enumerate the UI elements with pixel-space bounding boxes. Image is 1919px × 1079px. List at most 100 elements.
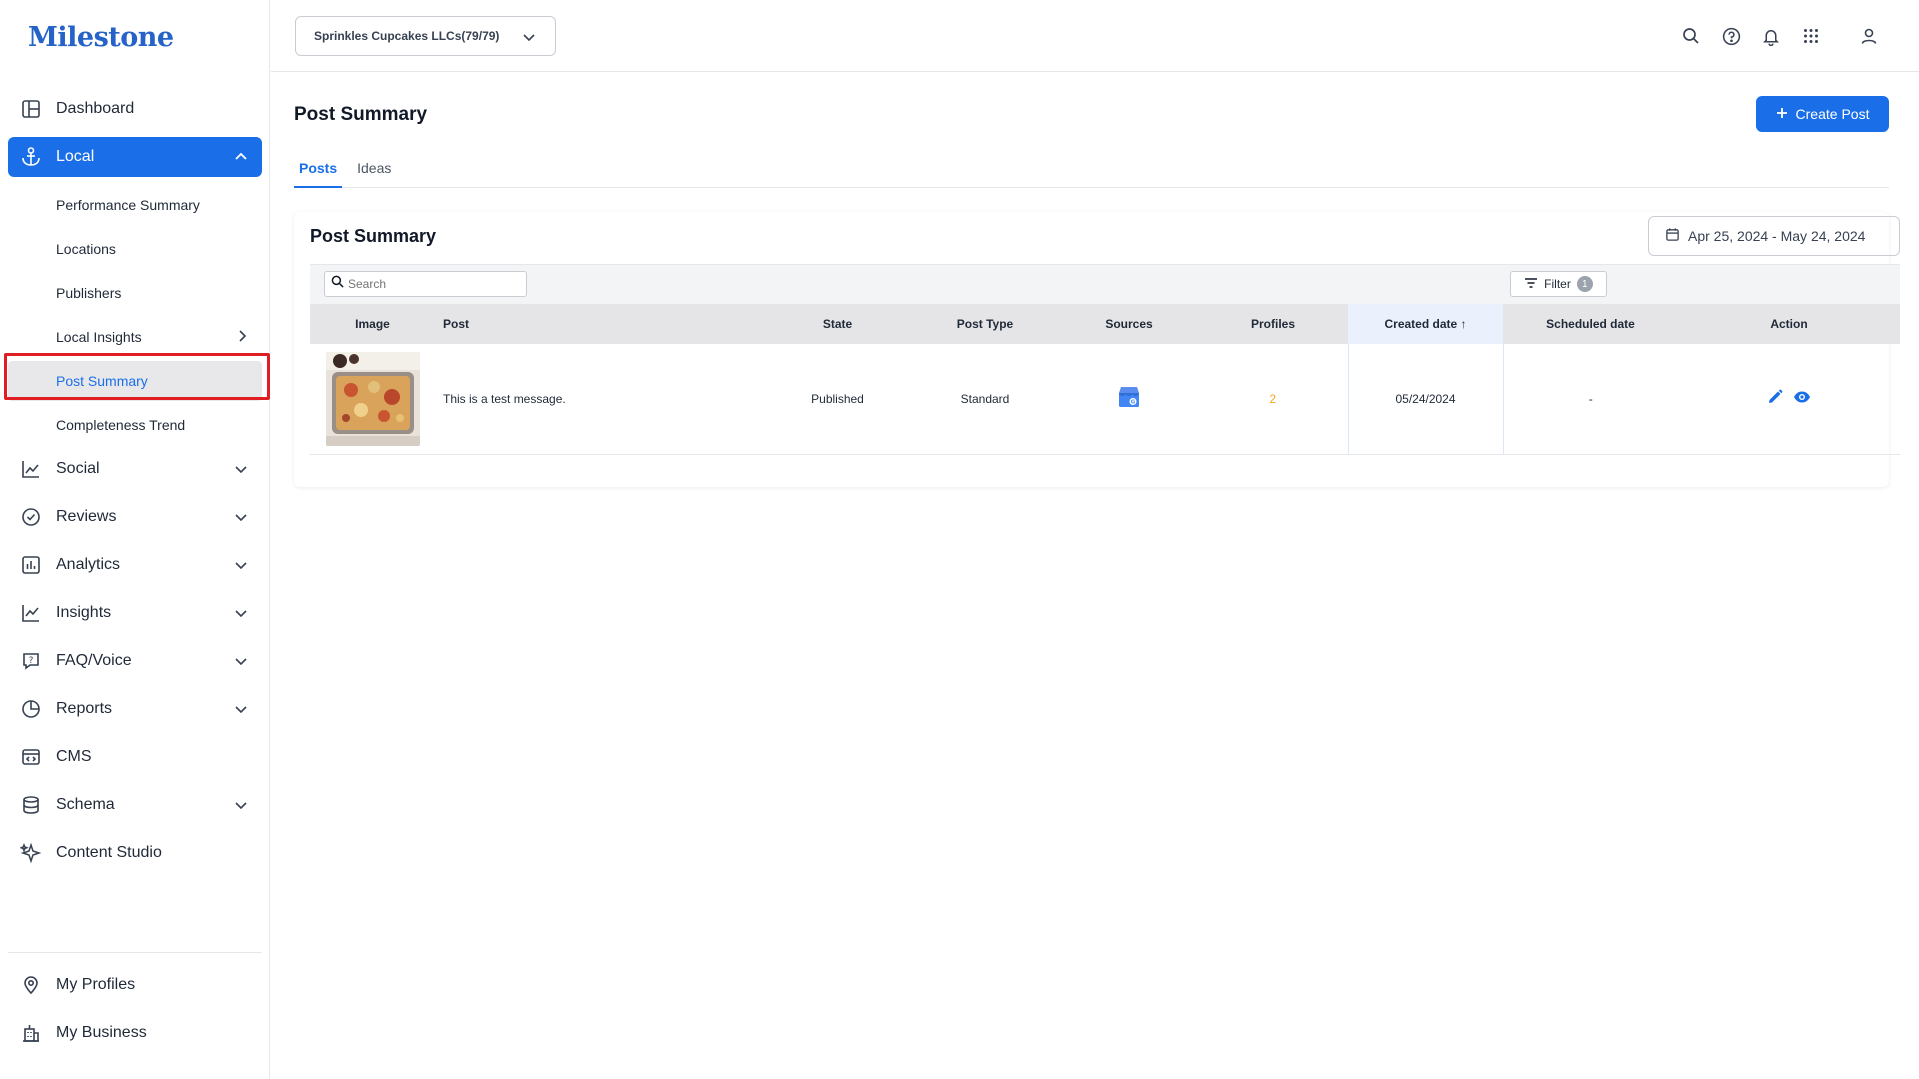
sidebar-item-label: Analytics bbox=[56, 556, 121, 573]
sidebar-subitem-locations[interactable]: Locations bbox=[8, 229, 262, 269]
chevron-down-icon bbox=[235, 466, 247, 474]
filter-button[interactable]: Filter 1 bbox=[1510, 271, 1607, 297]
edit-icon[interactable] bbox=[1767, 389, 1783, 408]
cell-state: Published bbox=[765, 344, 910, 455]
sidebar-subitem-local-insights[interactable]: Local Insights bbox=[8, 317, 262, 357]
table-row[interactable]: This is a test message. Published Standa… bbox=[310, 344, 1900, 455]
chevron-right-icon bbox=[239, 330, 247, 342]
sidebar-item-content-studio[interactable]: Content Studio bbox=[8, 833, 262, 873]
cell-post-type: Standard bbox=[910, 344, 1060, 455]
pie-chart-icon bbox=[20, 698, 42, 720]
sidebar-item-label: Reports bbox=[56, 700, 113, 717]
filter-label: Filter bbox=[1544, 277, 1571, 291]
filter-icon bbox=[1524, 277, 1538, 292]
cell-profiles[interactable]: 2 bbox=[1198, 344, 1348, 455]
top-actions bbox=[1681, 24, 1879, 48]
sidebar-item-dashboard[interactable]: Dashboard bbox=[8, 89, 262, 129]
search-icon[interactable] bbox=[1681, 24, 1701, 48]
chevron-down-icon bbox=[235, 562, 247, 570]
post-thumbnail-image[interactable] bbox=[325, 351, 420, 446]
faq-icon: ? bbox=[20, 650, 42, 672]
sidebar-item-label: Insights bbox=[56, 604, 112, 621]
page-title: Post Summary bbox=[294, 104, 428, 125]
sidebar-item-analytics[interactable]: Analytics bbox=[8, 545, 262, 585]
apps-grid-icon[interactable] bbox=[1801, 24, 1821, 48]
sidebar-item-insights[interactable]: Insights bbox=[8, 593, 262, 633]
sidebar-item-cms[interactable]: CMS bbox=[8, 737, 262, 777]
cell-scheduled-date: - bbox=[1503, 344, 1678, 455]
sidebar: Milestone Dashboard Local Performance Su… bbox=[0, 0, 270, 1079]
sidebar-item-label: Content Studio bbox=[56, 844, 162, 861]
col-image[interactable]: Image bbox=[310, 304, 435, 344]
sidebar-item-label: My Business bbox=[56, 1024, 147, 1041]
sidebar-subitem-post-summary[interactable]: Post Summary bbox=[8, 361, 262, 401]
cell-created-date: 05/24/2024 bbox=[1347, 344, 1504, 455]
view-eye-icon[interactable] bbox=[1793, 389, 1811, 408]
help-icon[interactable] bbox=[1721, 24, 1741, 48]
bell-icon[interactable] bbox=[1761, 24, 1781, 48]
sidebar-item-label: Schema bbox=[56, 796, 115, 813]
col-profiles[interactable]: Profiles bbox=[1198, 304, 1348, 344]
milestone-logo[interactable]: Milestone bbox=[28, 22, 174, 53]
sidebar-item-local[interactable]: Local bbox=[8, 137, 262, 177]
sidebar-item-label: Dashboard bbox=[56, 100, 135, 117]
sidebar-item-reports[interactable]: Reports bbox=[8, 689, 262, 729]
col-post-type[interactable]: Post Type bbox=[910, 304, 1060, 344]
building-icon bbox=[20, 1022, 42, 1044]
sidebar-item-reviews[interactable]: Reviews bbox=[8, 497, 262, 537]
sidebar-subitem-performance-summary[interactable]: Performance Summary bbox=[8, 185, 262, 225]
search-input[interactable] bbox=[348, 277, 518, 291]
posts-table: Image Post State Post Type Sources Profi… bbox=[310, 304, 1900, 455]
sidebar-bottom: My Profiles My Business bbox=[8, 952, 262, 1061]
create-post-button[interactable]: Create Post bbox=[1756, 96, 1889, 132]
line-chart-icon bbox=[20, 602, 42, 624]
col-state[interactable]: State bbox=[765, 304, 910, 344]
create-post-label: Create Post bbox=[1795, 106, 1870, 122]
check-circle-icon bbox=[20, 506, 42, 528]
tab-posts[interactable]: Posts bbox=[294, 156, 343, 188]
tab-bar: Posts Ideas bbox=[294, 156, 1889, 188]
plus-icon bbox=[1776, 106, 1788, 122]
account-selector[interactable]: Sprinkles Cupcakes LLCs(79/79) bbox=[295, 16, 556, 56]
sidebar-item-my-business[interactable]: My Business bbox=[8, 1013, 262, 1053]
sidebar-subitem-completeness-trend[interactable]: Completeness Trend bbox=[8, 405, 262, 445]
col-sources[interactable]: Sources bbox=[1060, 304, 1198, 344]
chevron-down-icon bbox=[235, 610, 247, 618]
col-post[interactable]: Post bbox=[435, 304, 765, 344]
sidebar-nav: Dashboard Local Performance Summary Loca… bbox=[8, 89, 262, 881]
col-action: Action bbox=[1678, 304, 1900, 344]
date-range-text: Apr 25, 2024 - May 24, 2024 bbox=[1688, 228, 1866, 244]
card-title: Post Summary bbox=[310, 226, 437, 246]
sidebar-item-schema[interactable]: Schema bbox=[8, 785, 262, 825]
tab-ideas[interactable]: Ideas bbox=[352, 156, 396, 188]
post-summary-card: Post Summary Apr 25, 2024 - May 24, 2024… bbox=[294, 212, 1900, 487]
chevron-down-icon bbox=[523, 34, 535, 42]
sidebar-item-label: FAQ/Voice bbox=[56, 652, 132, 669]
cell-post: This is a test message. bbox=[435, 344, 765, 455]
sparkle-icon bbox=[20, 842, 42, 864]
sidebar-item-label: Local bbox=[56, 148, 95, 165]
cell-image bbox=[310, 344, 435, 455]
sidebar-item-label: Reviews bbox=[56, 508, 117, 525]
col-scheduled-date[interactable]: Scheduled date bbox=[1503, 304, 1678, 344]
user-icon[interactable] bbox=[1859, 24, 1879, 48]
chevron-down-icon bbox=[235, 514, 247, 522]
chevron-down-icon bbox=[235, 706, 247, 714]
sidebar-item-my-profiles[interactable]: My Profiles bbox=[8, 965, 262, 1005]
calendar-icon bbox=[1665, 227, 1680, 245]
sidebar-item-faq-voice[interactable]: ? FAQ/Voice bbox=[8, 641, 262, 681]
date-range-picker[interactable]: Apr 25, 2024 - May 24, 2024 bbox=[1648, 216, 1900, 256]
top-bar: Sprinkles Cupcakes LLCs(79/79) bbox=[271, 0, 1919, 72]
chevron-down-icon bbox=[235, 658, 247, 666]
sidebar-item-social[interactable]: Social bbox=[8, 449, 262, 489]
chevron-down-icon bbox=[235, 802, 247, 810]
sidebar-subitem-publishers[interactable]: Publishers bbox=[8, 273, 262, 313]
account-name: Sprinkles Cupcakes LLCs(79/79) bbox=[314, 29, 500, 43]
cell-action bbox=[1678, 344, 1900, 455]
table-header-row: Image Post State Post Type Sources Profi… bbox=[310, 304, 1900, 344]
location-pin-icon bbox=[20, 974, 42, 996]
col-created-date[interactable]: Created date ↑ bbox=[1348, 304, 1503, 344]
search-box[interactable] bbox=[324, 271, 527, 297]
bar-chart-icon bbox=[20, 554, 42, 576]
trend-icon bbox=[20, 458, 42, 480]
